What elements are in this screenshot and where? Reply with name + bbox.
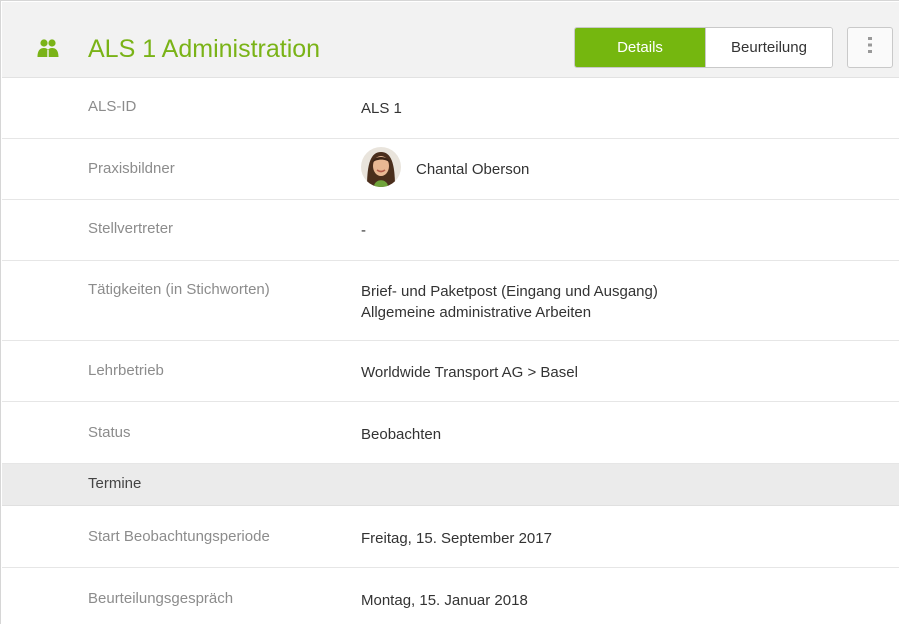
detail-rows: ALS-ID ALS 1 Praxisbildner Chantal Obers… (2, 79, 899, 630)
row-stellvertreter: Stellvertreter - (2, 200, 899, 261)
tab-beurteilung[interactable]: Beurteilung (705, 28, 832, 67)
praxisbildner-name[interactable]: Chantal Oberson (416, 159, 529, 180)
field-label: Tätigkeiten (in Stichworten) (88, 281, 270, 298)
view-switcher: Details Beurteilung (574, 27, 833, 68)
taetigkeiten-line-2: Allgemeine administrative Arbeiten (361, 304, 592, 321)
tab-details[interactable]: Details (575, 28, 705, 67)
row-beurteilungsgespraech: Beurteilungsgespräch Montag, 15. Januar … (2, 568, 899, 630)
taetigkeiten-line-1: Brief- und Paketpost (Eingang und Ausgan… (361, 283, 658, 300)
panel-header: ALS 1 Administration Details Beurteilung (2, 2, 899, 78)
gespraech-date-value: Montag, 15. Januar 2018 (361, 592, 528, 609)
lehrbetrieb-value: Worldwide Transport AG > Basel (361, 364, 578, 381)
row-start-beobachtungsperiode: Start Beobachtungsperiode Freitag, 15. S… (2, 506, 899, 568)
als-id-value: ALS 1 (361, 100, 402, 117)
start-date-value: Freitag, 15. September 2017 (361, 530, 552, 547)
field-label: Lehrbetrieb (88, 362, 164, 379)
row-als-id: ALS-ID ALS 1 (2, 79, 899, 139)
section-termine: Termine (2, 464, 899, 506)
status-value: Beobachten (361, 426, 442, 443)
field-label: Beurteilungsgespräch (88, 590, 234, 607)
field-label: Status (88, 424, 131, 441)
detail-panel: ALS 1 Administration Details Beurteilung… (0, 0, 899, 630)
field-label: ALS-ID (88, 98, 137, 115)
section-title: Termine (88, 475, 142, 492)
stellvertreter-value: - (361, 222, 366, 239)
field-label: Praxisbildner (88, 160, 175, 177)
avatar (361, 147, 401, 187)
more-options-button[interactable] (847, 27, 893, 68)
field-label: Stellvertreter (88, 220, 174, 237)
vertical-ellipsis-icon (867, 36, 873, 59)
page-title: ALS 1 Administration (88, 35, 321, 63)
field-label: Start Beobachtungsperiode (88, 528, 270, 545)
row-status: Status Beobachten (2, 402, 899, 464)
row-praxisbildner: Praxisbildner Chantal Oberson (2, 139, 899, 200)
row-lehrbetrieb: Lehrbetrieb Worldwide Transport AG > Bas… (2, 341, 899, 402)
row-taetigkeiten: Tätigkeiten (in Stichworten) Brief- und … (2, 261, 899, 341)
users-icon (36, 38, 60, 58)
